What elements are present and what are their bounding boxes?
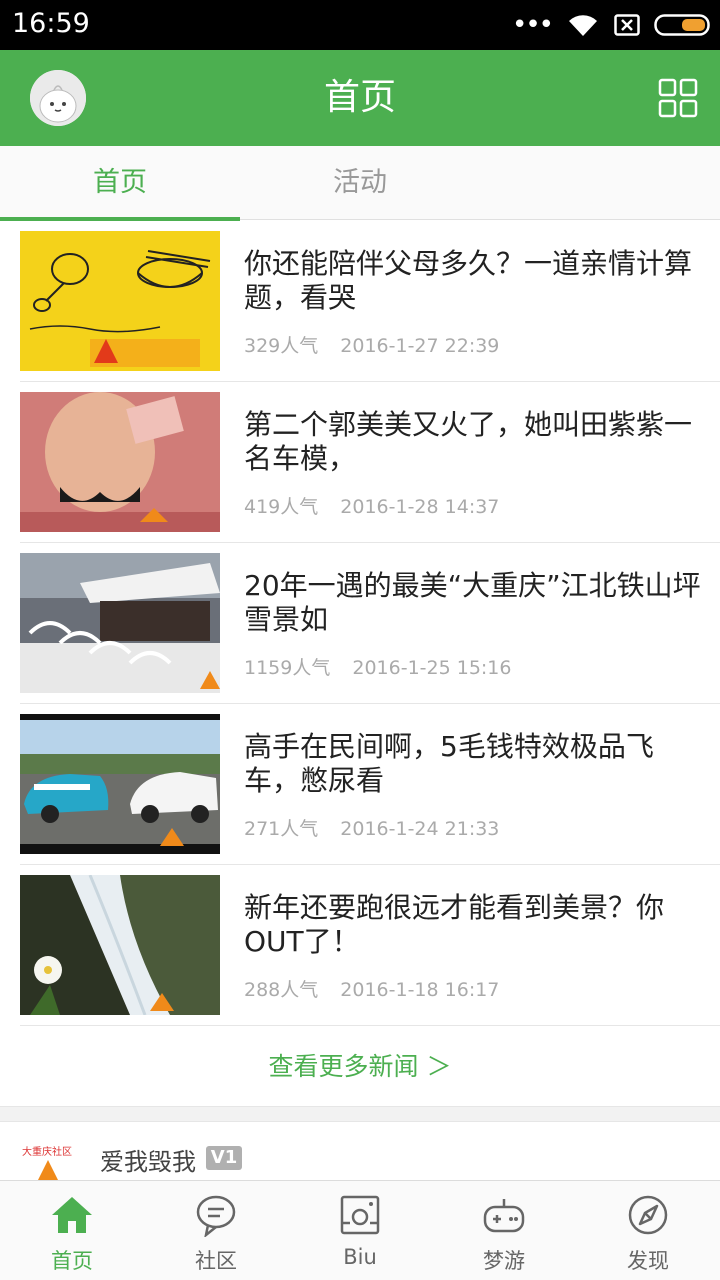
news-thumbnail (20, 231, 220, 371)
news-date: 2016-1-27 22:39 (340, 335, 500, 357)
nav-community-label: 社区 (195, 1249, 237, 1273)
news-date: 2016-1-25 15:16 (352, 657, 512, 679)
tab-activities[interactable]: 活动 (240, 146, 480, 220)
nav-discover-label: 发现 (627, 1249, 669, 1273)
news-item[interactable]: 20年一遇的最美“大重庆”江北铁山坪雪景如 1159人气 2016-1-25 15… (20, 543, 720, 704)
news-date: 2016-1-24 21:33 (340, 818, 500, 840)
news-views: 271人气 (244, 818, 319, 840)
news-list: 你还能陪伴父母多久？一道亲情计算题，看哭 329人气 2016-1-27 22:3… (0, 221, 720, 1026)
news-meta: 271人气 2016-1-24 21:33 (244, 814, 499, 841)
news-date: 2016-1-28 14:37 (340, 496, 500, 518)
sim-disabled-icon (614, 14, 640, 36)
nav-dreamtour[interactable]: 梦游 (432, 1181, 576, 1280)
chat-bubble-icon (194, 1193, 238, 1239)
news-thumbnail (20, 714, 220, 854)
home-icon (50, 1193, 94, 1237)
svg-text:大重庆社区: 大重庆社区 (22, 1145, 72, 1158)
news-title: 20年一遇的最美“大重庆”江北铁山坪雪景如 (244, 569, 701, 636)
nav-biu-label: Biu (343, 1245, 377, 1269)
biu-device-icon (338, 1193, 382, 1237)
news-views: 1159人气 (244, 657, 331, 679)
tab-home[interactable]: 首页 (0, 146, 240, 221)
news-meta: 419人气 2016-1-28 14:37 (244, 492, 499, 519)
nav-biu[interactable]: Biu (288, 1181, 432, 1280)
page-title: 首页 (323, 77, 396, 118)
gamepad-icon (482, 1193, 526, 1237)
news-thumbnail (20, 553, 220, 693)
nav-dreamtour-label: 梦游 (483, 1249, 525, 1273)
community-logo: 大重庆社区 (20, 1144, 76, 1180)
section-divider (0, 1106, 720, 1122)
nav-home-label: 首页 (51, 1249, 93, 1273)
status-bar: 16:59 ••• (0, 0, 720, 50)
app-header: 首页 (0, 50, 720, 146)
tab-bar: 首页 活动 (0, 146, 720, 221)
news-meta: 288人气 2016-1-18 16:17 (244, 975, 499, 1002)
news-date: 2016-1-18 16:17 (340, 979, 500, 1001)
news-views: 288人气 (244, 979, 319, 1001)
news-meta: 1159人气 2016-1-25 15:16 (244, 653, 511, 680)
post-username[interactable]: 爱我毁我 (100, 1142, 196, 1177)
grid-menu-icon[interactable] (658, 78, 698, 118)
news-title: 新年还要跑很远才能看到美景？你OUT了！ (244, 891, 665, 958)
news-views: 329人气 (244, 335, 319, 357)
news-thumbnail (20, 875, 220, 1015)
more-news-link[interactable]: 查看更多新闻 ＞ (0, 1027, 720, 1107)
more-dots-icon: ••• (511, 10, 554, 40)
level-badge: V1 (206, 1146, 242, 1170)
nav-home[interactable]: 首页 (0, 1181, 144, 1280)
nav-community[interactable]: 社区 (144, 1181, 288, 1280)
app-screen: 16:59 ••• 首页 首页 活动 你还能陪伴父母多久？一道亲情计算题，看哭 … (0, 0, 720, 1280)
community-post-header[interactable]: 大重庆社区 爱我毁我 V1 (0, 1122, 720, 1180)
bottom-navigation: 首页 社区 Biu 梦游 发现 (0, 1180, 720, 1280)
status-time: 16:59 (12, 8, 90, 39)
news-item[interactable]: 你还能陪伴父母多久？一道亲情计算题，看哭 329人气 2016-1-27 22:3… (20, 221, 720, 382)
battery-icon (654, 14, 710, 36)
news-title: 第二个郭美美又火了，她叫田紫紫一名车模， (244, 408, 693, 475)
wifi-icon (566, 12, 600, 38)
news-meta: 329人气 2016-1-27 22:39 (244, 331, 499, 358)
compass-icon (626, 1193, 670, 1237)
news-title: 高手在民间啊，5毛钱特效极品飞车，憋尿看 (244, 730, 654, 797)
status-icons: ••• (512, 10, 710, 40)
news-item[interactable]: 新年还要跑很远才能看到美景？你OUT了！ 288人气 2016-1-18 16:1… (20, 865, 720, 1026)
news-thumbnail (20, 392, 220, 532)
news-item[interactable]: 第二个郭美美又火了，她叫田紫紫一名车模， 419人气 2016-1-28 14:3… (20, 382, 720, 543)
news-title: 你还能陪伴父母多久？一道亲情计算题，看哭 (244, 247, 693, 314)
news-views: 419人气 (244, 496, 319, 518)
nav-discover[interactable]: 发现 (576, 1181, 720, 1280)
news-item[interactable]: 高手在民间啊，5毛钱特效极品飞车，憋尿看 271人气 2016-1-24 21:3… (20, 704, 720, 865)
